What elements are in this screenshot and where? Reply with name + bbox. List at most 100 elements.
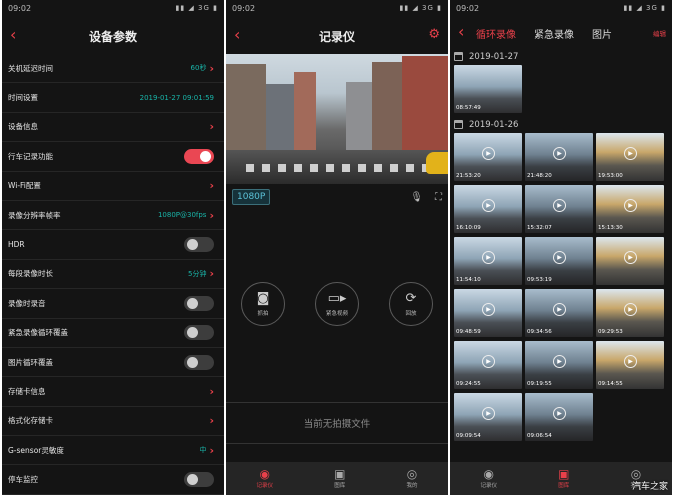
chevron-right-icon[interactable]: › (209, 385, 214, 398)
settings-row[interactable]: 存储卡信息 › (2, 377, 224, 407)
video-thumbnail[interactable]: ▶ 16:10:09 (454, 185, 522, 233)
playback-button[interactable]: ⟳ 回放 (389, 282, 433, 326)
live-video-preview[interactable] (226, 54, 448, 184)
settings-gear-icon[interactable]: ⚙ (428, 27, 440, 42)
tab-emergency-recording[interactable]: 紧急录像 (534, 26, 574, 41)
toggle-switch[interactable] (184, 237, 214, 253)
settings-row-control: 2019-01-27 09:01:59 (140, 94, 214, 102)
settings-row[interactable]: G-sensor灵敏度 中 › (2, 436, 224, 466)
settings-row-control (184, 325, 214, 341)
video-thumbnail[interactable]: ▶ 15:13:30 (596, 185, 664, 233)
settings-row[interactable]: 关机延迟时间 60秒 › (2, 54, 224, 84)
video-thumbnail[interactable]: ▶ 21:48:20 (525, 133, 593, 181)
video-control-bar: 1080P 🎙 ⛶ (226, 184, 448, 210)
nav-mine[interactable]: ◎ 我的 (406, 468, 417, 490)
settings-row[interactable]: Wi-Fi配置 › (2, 172, 224, 201)
video-thumbnail[interactable]: 08:57:49 (454, 65, 522, 113)
settings-row-value: 2019-01-27 09:01:59 (139, 93, 214, 102)
settings-row-label: 每段录像时长 (8, 269, 53, 279)
settings-header: ‹ 设备参数 (2, 18, 224, 54)
settings-row-value: 1080P@30fps (157, 211, 207, 220)
chevron-right-icon[interactable]: › (209, 209, 214, 222)
video-thumbnail[interactable]: ▶ 09:14:55 (596, 341, 664, 389)
play-icon: ▶ (553, 355, 566, 369)
video-thumbnail[interactable]: ▶ 09:53:19 (525, 237, 593, 285)
toggle-switch[interactable] (184, 472, 214, 488)
toggle-switch[interactable] (184, 295, 214, 311)
play-icon: ▶ (624, 355, 637, 369)
nav-recorder[interactable]: ◉ 记录仪 (481, 468, 498, 490)
back-icon[interactable]: ‹ (10, 26, 16, 44)
settings-row[interactable]: 图片循环覆盖 (2, 348, 224, 378)
play-icon: ▶ (624, 303, 637, 317)
settings-row[interactable]: 设备信息 › (2, 113, 224, 143)
thumbnail-time: 15:13:30 (598, 225, 623, 231)
snapshot-button[interactable]: ◙ 抓拍 (241, 282, 285, 326)
settings-row-control (184, 295, 214, 311)
video-thumbnail[interactable]: ▶ 09:34:56 (525, 289, 593, 337)
status-bar: 09:02 ▮▮ ◢ 3G ▮ (226, 0, 448, 18)
video-thumbnail[interactable]: ▶ 09:06:54 (525, 393, 593, 441)
thumbnail-grid-day2: ▶ 21:53:20 ▶ 21:48:20 ▶ 19:53:00 ▶ 16:10:09 ▶ 15:… (450, 133, 672, 441)
status-bar: 09:02 ▮▮ ◢ 3G ▮ (450, 0, 672, 18)
building-right (402, 56, 448, 154)
tab-photos[interactable]: 图片 (592, 26, 612, 41)
nav-recorder[interactable]: ◉ 记录仪 (257, 468, 274, 490)
back-icon[interactable]: ‹ (458, 23, 464, 41)
status-time: 09:02 (8, 4, 32, 13)
settings-row-control (184, 237, 214, 253)
video-thumbnail[interactable]: ▶ 19:53:00 (596, 133, 664, 181)
settings-row[interactable]: 录像分辨率帧率 1080P@30fps › (2, 201, 224, 231)
settings-row[interactable]: 紧急录像循环覆盖 (2, 319, 224, 348)
settings-row-control: › (209, 414, 214, 427)
video-thumbnail[interactable]: ▶ 11:54:10 (454, 237, 522, 285)
back-icon[interactable]: ‹ (234, 26, 240, 44)
status-time: 09:02 (232, 4, 256, 13)
page-title: 记录仪 (318, 29, 355, 44)
chevron-right-icon[interactable]: › (209, 62, 214, 75)
crosswalk (246, 164, 428, 172)
chevron-right-icon[interactable]: › (209, 267, 214, 280)
settings-row[interactable]: 每段录像时长 5分钟 › (2, 260, 224, 290)
toggle-knob (187, 327, 198, 339)
settings-row[interactable]: 格式化存储卡 › (2, 407, 224, 437)
toggle-switch[interactable] (184, 148, 214, 164)
edit-button[interactable]: 编辑 (653, 28, 666, 38)
tab-loop-recording[interactable]: 循环录像 (476, 26, 516, 41)
thumbnail-time: 09:09:54 (456, 433, 481, 439)
microphone-icon[interactable]: 🎙 (410, 192, 423, 203)
video-thumbnail[interactable]: ▶ 09:19:55 (525, 341, 593, 389)
settings-row[interactable]: 录像时录音 (2, 289, 224, 319)
settings-row[interactable]: 行车记录功能 (2, 142, 224, 172)
video-thumbnail[interactable]: ▶ 09:09:54 (454, 393, 522, 441)
chevron-right-icon[interactable]: › (209, 120, 214, 133)
fullscreen-icon[interactable]: ⛶ (435, 192, 442, 203)
building (346, 82, 372, 154)
settings-row-label: G-sensor灵敏度 (8, 445, 64, 455)
play-icon: ▶ (482, 303, 495, 317)
chevron-right-icon[interactable]: › (209, 444, 214, 457)
video-thumbnail[interactable]: ▶ 09:48:59 (454, 289, 522, 337)
video-thumbnail[interactable]: ▶ 15:32:07 (525, 185, 593, 233)
video-thumbnail[interactable]: ▶ 09:29:53 (596, 289, 664, 337)
chevron-right-icon[interactable]: › (209, 414, 214, 427)
toggle-knob (187, 356, 198, 368)
video-thumbnail[interactable]: ▶ 09:24:55 (454, 341, 522, 389)
recorder-header: ‹ 记录仪 ⚙ (226, 18, 448, 54)
chevron-right-icon[interactable]: › (209, 179, 214, 192)
settings-row[interactable]: 时间设置 2019-01-27 09:01:59 (2, 83, 224, 113)
calendar-icon (454, 120, 463, 129)
video-thumbnail[interactable]: ▶ (596, 237, 664, 285)
emergency-video-button[interactable]: ▭▸ 紧急视频 (315, 282, 359, 326)
settings-row[interactable]: 停车监控 (2, 465, 224, 495)
resolution-badge[interactable]: 1080P (232, 189, 271, 205)
nav-gallery[interactable]: ▣ 图库 (334, 468, 345, 490)
page-title: 设备参数 (88, 29, 137, 44)
toggle-switch[interactable] (184, 354, 214, 370)
settings-row[interactable]: HDR (2, 230, 224, 260)
empty-files-message: 当前无拍摄文件 (226, 402, 448, 444)
toggle-switch[interactable] (184, 325, 214, 341)
video-thumbnail[interactable]: ▶ 21:53:20 (454, 133, 522, 181)
nav-gallery[interactable]: ▣ 图库 (558, 468, 569, 490)
thumbnail-time: 21:53:20 (456, 173, 481, 179)
